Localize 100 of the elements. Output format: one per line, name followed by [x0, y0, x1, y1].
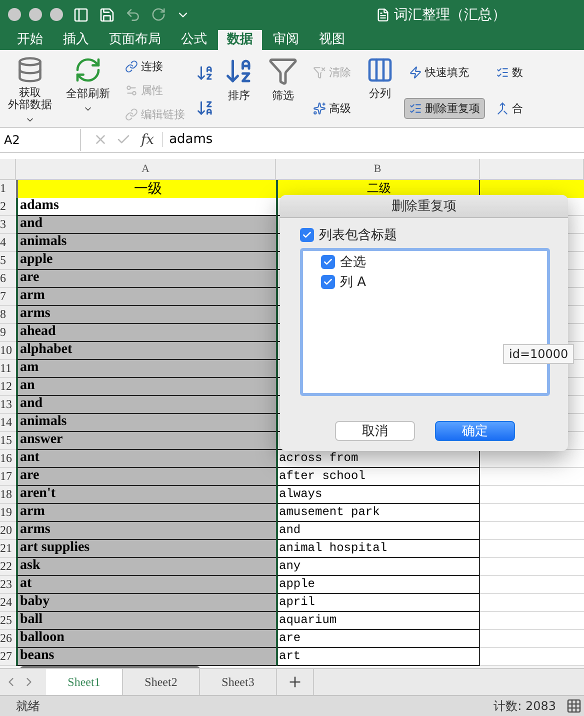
- ribbon-button[interactable]: 合: [491, 98, 528, 119]
- table-cell[interactable]: [480, 594, 584, 612]
- sort-descending-icon[interactable]: [196, 99, 214, 118]
- ribbon-button[interactable]: 获取 外部数据: [4, 54, 56, 127]
- row-number[interactable]: 27: [0, 648, 16, 666]
- table-cell[interactable]: animals: [16, 234, 276, 252]
- ribbon-button[interactable]: 连接: [120, 56, 190, 78]
- table-cell[interactable]: [480, 576, 584, 594]
- row-number[interactable]: 26: [0, 630, 16, 648]
- table-cell[interactable]: am: [16, 360, 276, 378]
- ribbon-tab[interactable]: 视图: [310, 30, 354, 50]
- save-icon[interactable]: [99, 6, 115, 23]
- column-header[interactable]: [480, 158, 584, 180]
- table-cell[interactable]: ant: [16, 450, 276, 468]
- table-cell[interactable]: [480, 630, 584, 648]
- table-cell[interactable]: [480, 522, 584, 540]
- row-number[interactable]: 4: [0, 234, 16, 252]
- checkbox[interactable]: 列表包含标题: [300, 226, 550, 244]
- ribbon-button[interactable]: 筛选: [264, 54, 302, 127]
- table-cell[interactable]: animal hospital: [276, 540, 480, 558]
- row-number[interactable]: 14: [0, 414, 16, 432]
- table-cell[interactable]: adams: [16, 198, 276, 216]
- window-control-icon[interactable]: [29, 8, 42, 22]
- table-cell[interactable]: ask: [16, 558, 276, 576]
- row-number[interactable]: 9: [0, 324, 16, 342]
- ribbon-tab[interactable]: 页面布局: [100, 30, 170, 50]
- table-cell[interactable]: [480, 558, 584, 576]
- name-box[interactable]: A2: [0, 128, 81, 151]
- row-number[interactable]: 23: [0, 576, 16, 594]
- table-cell[interactable]: [480, 486, 584, 504]
- table-cell[interactable]: baby: [16, 594, 276, 612]
- row-number[interactable]: 13: [0, 396, 16, 414]
- table-cell[interactable]: arms: [16, 522, 276, 540]
- table-cell[interactable]: [480, 450, 584, 468]
- row-number[interactable]: 7: [0, 288, 16, 306]
- row-number[interactable]: 5: [0, 252, 16, 270]
- table-cell[interactable]: arm: [16, 288, 276, 306]
- checkbox[interactable]: 列 A: [321, 272, 547, 291]
- table-cell[interactable]: arms: [16, 306, 276, 324]
- table-cell[interactable]: [480, 468, 584, 486]
- window-control-icon[interactable]: [8, 8, 21, 22]
- row-number[interactable]: 24: [0, 594, 16, 612]
- table-cell[interactable]: always: [276, 486, 480, 504]
- table-cell[interactable]: are: [16, 270, 276, 288]
- table-cell[interactable]: and: [276, 522, 480, 540]
- table-cell[interactable]: animals: [16, 414, 276, 432]
- table-cell[interactable]: april: [276, 594, 480, 612]
- formula-field[interactable]: adams: [162, 132, 213, 148]
- table-cell[interactable]: apple: [16, 252, 276, 270]
- table-cell[interactable]: any: [276, 558, 480, 576]
- table-cell[interactable]: an: [16, 378, 276, 396]
- row-number[interactable]: 20: [0, 522, 16, 540]
- ribbon-button[interactable]: 分列: [362, 54, 398, 127]
- row-number[interactable]: 17: [0, 468, 16, 486]
- table-cell[interactable]: aquarium: [276, 612, 480, 630]
- function-label[interactable]: fx: [141, 132, 154, 148]
- table-cell[interactable]: art supplies: [16, 540, 276, 558]
- sort-ascending-icon[interactable]: [196, 64, 214, 82]
- sheet-tab[interactable]: Sheet1: [46, 669, 123, 696]
- table-cell[interactable]: [480, 540, 584, 558]
- row-number[interactable]: 18: [0, 486, 16, 504]
- row-number[interactable]: 12: [0, 378, 16, 396]
- checkbox[interactable]: 全选: [321, 252, 547, 271]
- ribbon-button[interactable]: 高级: [308, 98, 356, 119]
- table-cell[interactable]: beans: [16, 648, 276, 666]
- ribbon-button[interactable]: 全部刷新: [62, 54, 114, 127]
- table-cell[interactable]: and: [16, 396, 276, 414]
- table-cell[interactable]: are: [276, 630, 480, 648]
- window-control-icon[interactable]: [50, 8, 63, 22]
- redo-icon[interactable]: [151, 7, 166, 22]
- table-cell[interactable]: ball: [16, 612, 276, 630]
- ribbon-button[interactable]: 快速填充: [404, 62, 485, 83]
- table-cell[interactable]: at: [16, 576, 276, 594]
- row-number[interactable]: 6: [0, 270, 16, 288]
- ribbon-button[interactable]: 删除重复项: [404, 98, 485, 119]
- row-number[interactable]: 8: [0, 306, 16, 324]
- row-number[interactable]: 3: [0, 216, 16, 234]
- ribbon-tab[interactable]: 公式: [172, 30, 216, 50]
- row-number[interactable]: 25: [0, 612, 16, 630]
- table-cell[interactable]: answer: [16, 432, 276, 450]
- row-number[interactable]: 22: [0, 558, 16, 576]
- ribbon-tab[interactable]: 数据: [218, 30, 262, 50]
- row-number[interactable]: 16: [0, 450, 16, 468]
- table-cell[interactable]: balloon: [16, 630, 276, 648]
- sidebar-icon[interactable]: [73, 6, 89, 23]
- table-cell[interactable]: aren't: [16, 486, 276, 504]
- table-cell[interactable]: amusement park: [276, 504, 480, 522]
- table-cell[interactable]: apple: [276, 576, 480, 594]
- select-all-corner[interactable]: [0, 158, 16, 180]
- column-header[interactable]: B: [276, 158, 480, 180]
- table-cell[interactable]: arm: [16, 504, 276, 522]
- ribbon-button[interactable]: 排序: [220, 54, 258, 127]
- table-cell[interactable]: after school: [276, 468, 480, 486]
- table-cell[interactable]: [480, 648, 584, 666]
- row-number[interactable]: 21: [0, 540, 16, 558]
- row-number[interactable]: 10: [0, 342, 16, 360]
- table-cell[interactable]: [480, 504, 584, 522]
- table-cell[interactable]: 一级: [16, 180, 276, 199]
- row-number[interactable]: 11: [0, 360, 16, 378]
- row-number[interactable]: 15: [0, 432, 16, 450]
